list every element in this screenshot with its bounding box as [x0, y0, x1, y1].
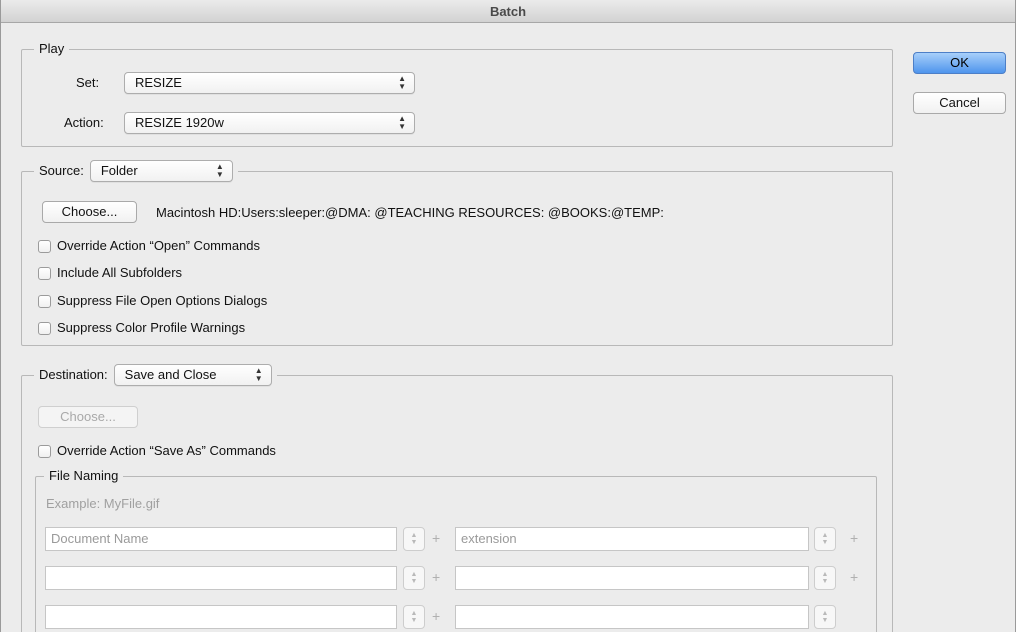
- checkbox-label: Include All Subfolders: [57, 265, 183, 280]
- checkbox-label: Override Action “Save As” Commands: [57, 443, 276, 458]
- file-naming-field-1a[interactable]: Document Name: [45, 527, 397, 551]
- ok-button[interactable]: OK: [913, 52, 1006, 74]
- suppress-profile-warnings-checkbox[interactable]: Suppress Color Profile Warnings: [38, 320, 245, 336]
- checkbox-box: [38, 266, 51, 280]
- source-label: Source:: [39, 163, 84, 178]
- destination-select[interactable]: Save and Close ▲ ▼: [113, 364, 272, 386]
- stepper-icon[interactable]: ▲ ▼: [814, 527, 836, 551]
- include-subfolders-checkbox[interactable]: Include All Subfolders: [38, 265, 182, 281]
- plus-icon: +: [432, 608, 441, 624]
- source-select[interactable]: Folder ▲ ▼: [89, 160, 233, 182]
- set-label: Set:: [76, 75, 100, 90]
- plus-icon: +: [850, 530, 859, 546]
- stepper-icon[interactable]: ▲ ▼: [403, 527, 425, 551]
- checkbox-label: Override Action “Open” Commands: [57, 238, 261, 253]
- file-naming-field-3a[interactable]: [45, 605, 397, 629]
- checkbox-box: [38, 294, 51, 308]
- source-path: Macintosh HD:Users:sleeper:@DMA: @TEACHI…: [156, 205, 664, 220]
- checkbox-box: [38, 444, 51, 458]
- suppress-open-dialogs-checkbox[interactable]: Suppress File Open Options Dialogs: [38, 293, 267, 309]
- file-naming-example: Example: MyFile.gif: [46, 496, 160, 511]
- file-naming-field-3b[interactable]: [455, 605, 809, 629]
- destination-label: Destination:: [39, 367, 108, 382]
- checkbox-label: Suppress Color Profile Warnings: [57, 320, 246, 335]
- checkbox-box: [38, 239, 51, 253]
- override-save-as-checkbox[interactable]: Override Action “Save As” Commands: [38, 443, 276, 459]
- file-naming-field-2b[interactable]: [455, 566, 809, 590]
- chevron-updown-icon: ▲ ▼: [398, 74, 406, 91]
- stepper-icon[interactable]: ▲ ▼: [403, 566, 425, 590]
- action-select[interactable]: RESIZE 1920w ▲ ▼: [124, 112, 415, 134]
- stepper-icon[interactable]: ▲ ▼: [403, 605, 425, 629]
- destination-legend: Destination: Save and Close ▲ ▼: [34, 364, 277, 386]
- plus-icon: +: [432, 569, 441, 585]
- file-naming-legend: File Naming: [44, 467, 124, 485]
- stepper-icon[interactable]: ▲ ▼: [814, 605, 836, 629]
- destination-choose-button[interactable]: Choose...: [38, 406, 138, 428]
- window-title: Batch: [1, 0, 1015, 23]
- source-legend: Source: Folder ▲ ▼: [34, 160, 238, 182]
- checkbox-label: Suppress File Open Options Dialogs: [57, 293, 268, 308]
- stepper-icon[interactable]: ▲ ▼: [814, 566, 836, 590]
- play-legend: Play: [34, 40, 70, 58]
- file-naming-field-2a[interactable]: [45, 566, 397, 590]
- file-naming-field-1b[interactable]: extension: [455, 527, 809, 551]
- chevron-updown-icon: ▲ ▼: [254, 366, 263, 383]
- chevron-updown-icon: ▲ ▼: [398, 114, 406, 131]
- plus-icon: +: [850, 569, 859, 585]
- source-select-value: Folder: [100, 163, 138, 178]
- set-select-value: RESIZE: [135, 75, 182, 90]
- destination-select-value: Save and Close: [124, 367, 217, 382]
- plus-icon: +: [432, 530, 441, 546]
- action-label: Action:: [64, 115, 104, 130]
- override-open-checkbox[interactable]: Override Action “Open” Commands: [38, 238, 260, 254]
- source-choose-button[interactable]: Choose...: [42, 201, 137, 223]
- cancel-button[interactable]: Cancel: [913, 92, 1006, 114]
- chevron-updown-icon: ▲ ▼: [215, 162, 224, 179]
- action-select-value: RESIZE 1920w: [135, 115, 224, 130]
- checkbox-box: [38, 321, 51, 335]
- set-select[interactable]: RESIZE ▲ ▼: [124, 72, 415, 94]
- batch-dialog: Batch Play Set: RESIZE ▲ ▼ Action: RESIZE…: [0, 0, 1016, 632]
